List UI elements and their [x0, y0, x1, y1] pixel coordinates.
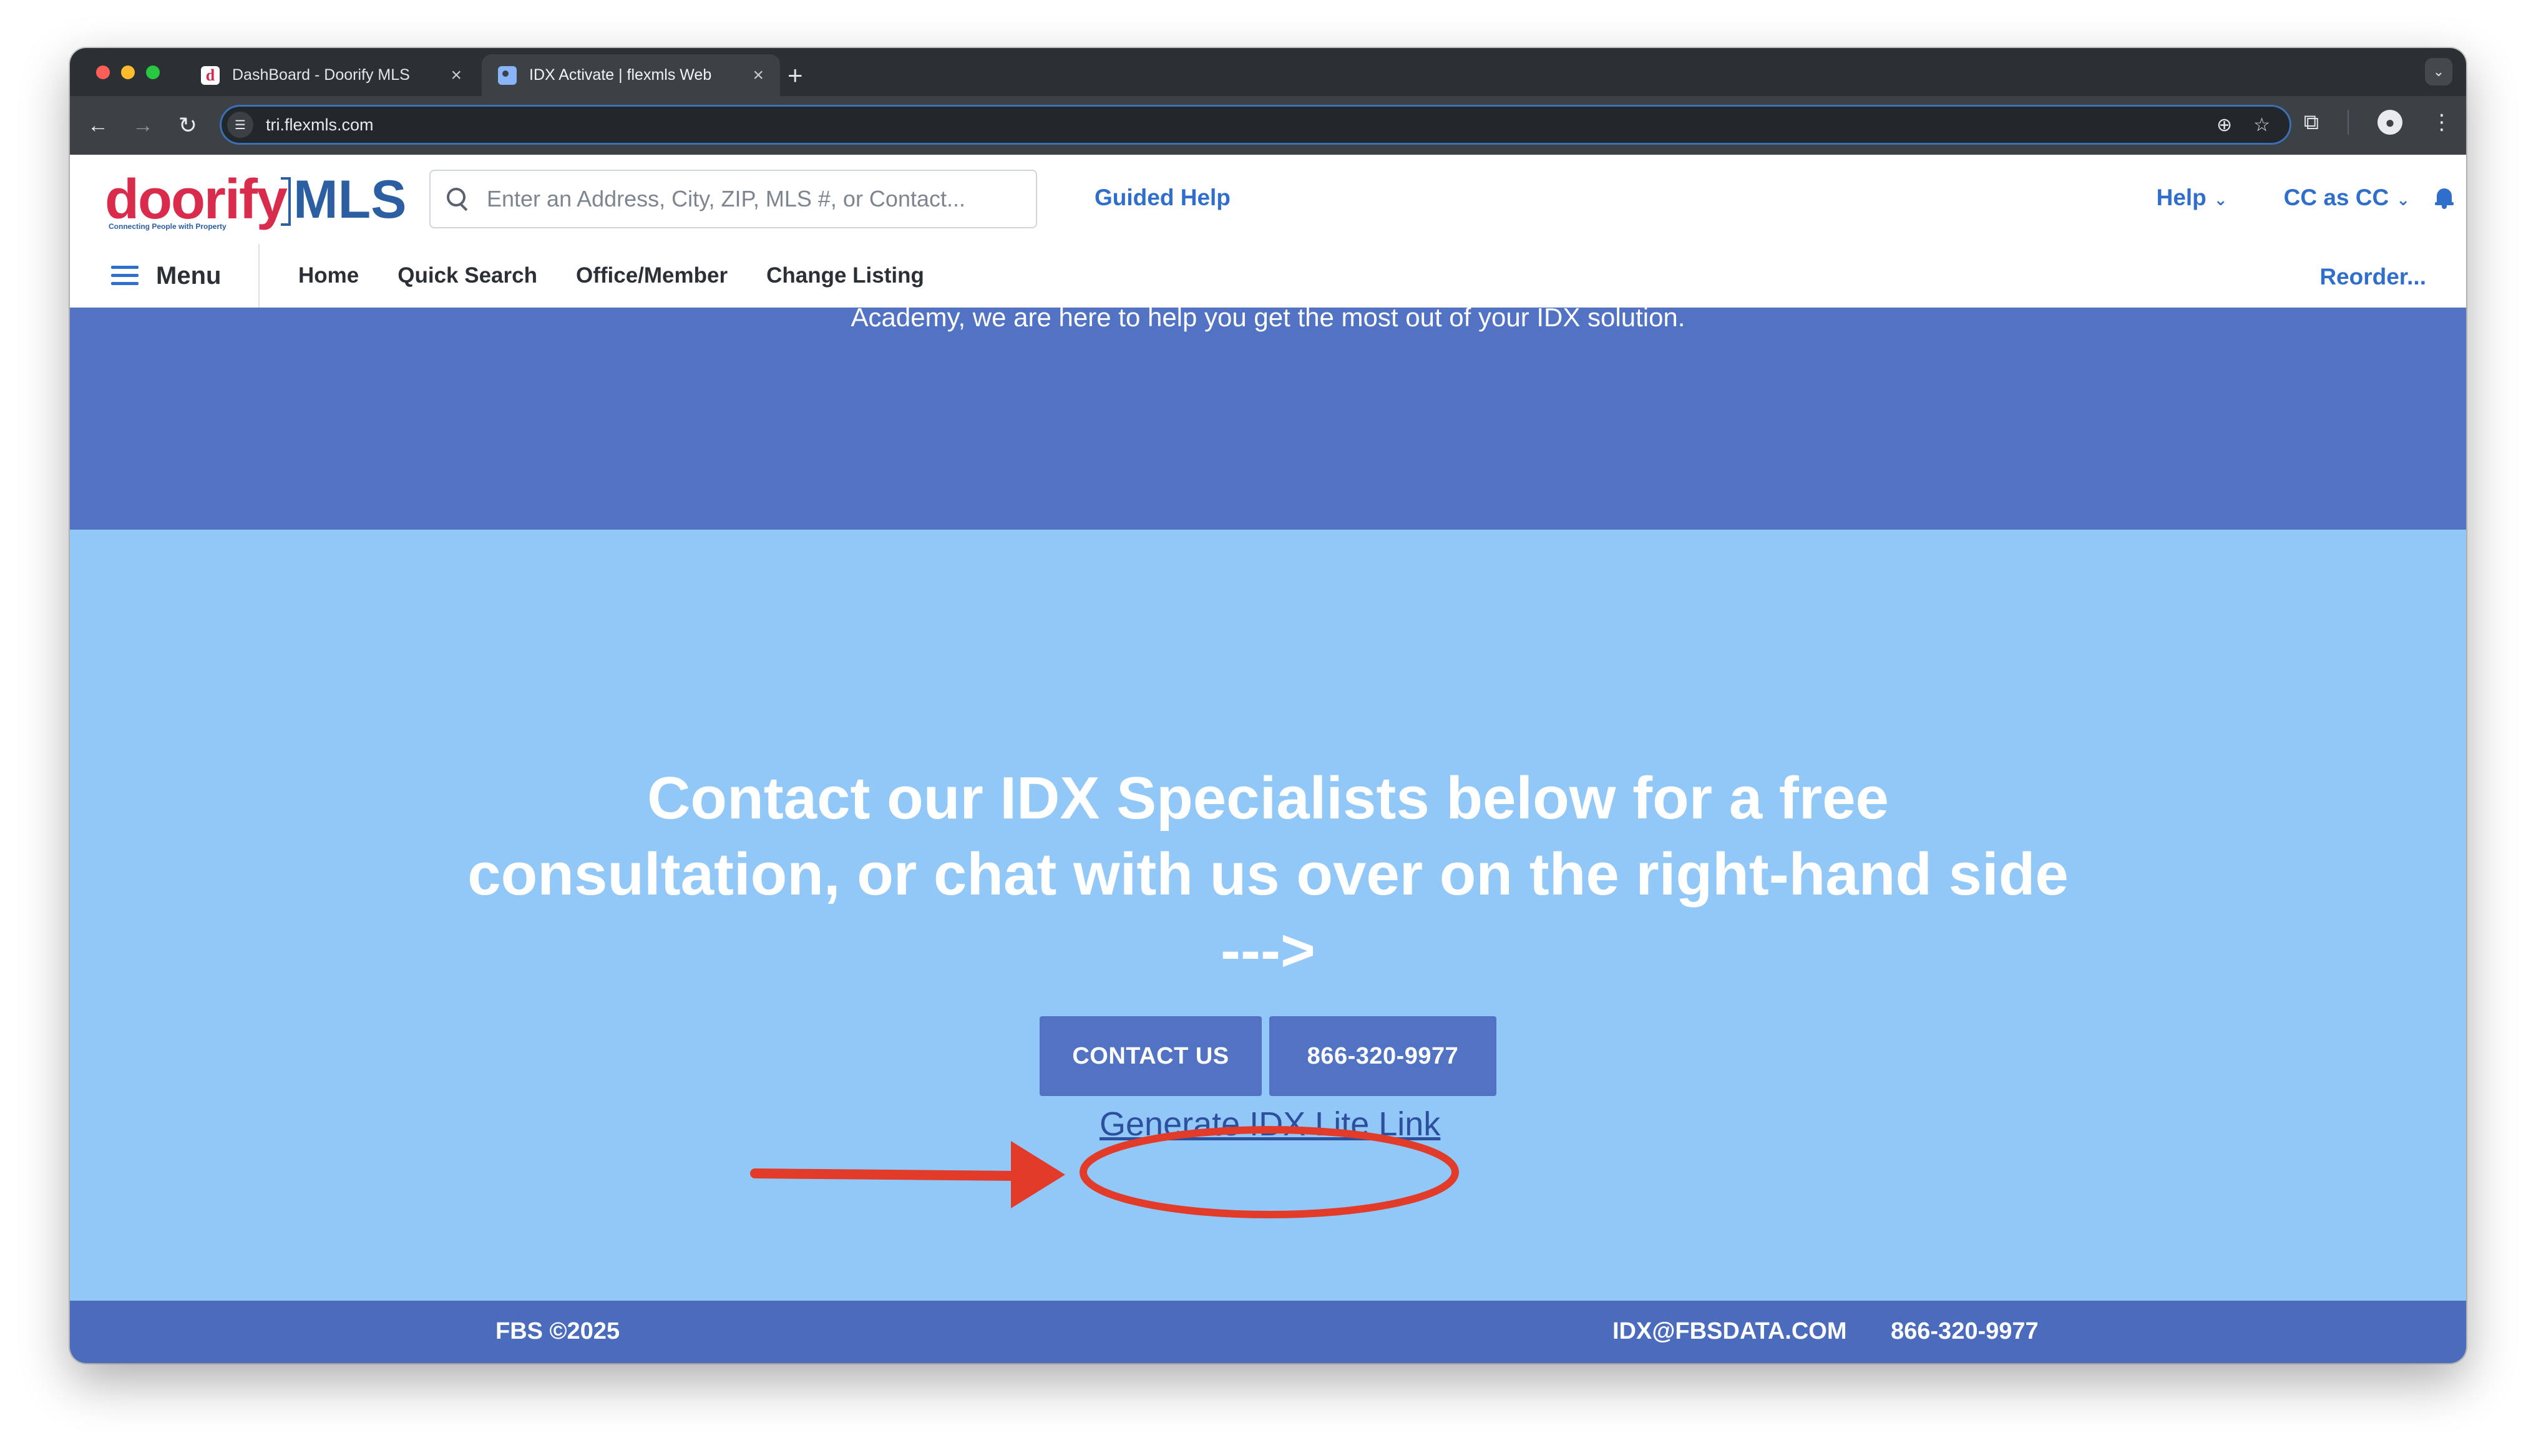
doorify-mls-logo[interactable]: doorify MLS Connecting People with Prope…	[105, 168, 407, 231]
bookmark-star-icon[interactable]: ☆	[2253, 114, 2270, 136]
close-tab-icon[interactable]: ×	[753, 65, 764, 86]
search-icon	[447, 188, 469, 211]
help-dropdown[interactable]: Help ⌄	[2157, 185, 2228, 211]
footer-copyright: FBS ©2025	[495, 1318, 620, 1344]
minimize-window-button[interactable]	[121, 66, 135, 79]
menu-button[interactable]: Menu	[70, 244, 260, 308]
browser-menu-icon[interactable]: ⋮	[2431, 110, 2452, 135]
new-tab-button[interactable]: +	[788, 58, 803, 93]
extensions-icon[interactable]: ⧉	[2304, 110, 2319, 135]
tab-title: DashBoard - Doorify MLS	[232, 66, 410, 84]
nav-home[interactable]: Home	[298, 263, 359, 288]
hamburger-icon	[111, 266, 139, 286]
search-box[interactable]	[429, 170, 1037, 228]
globe-icon	[498, 66, 517, 85]
chevron-down-icon: ⌄	[2396, 190, 2410, 209]
intro-band: Academy, we are here to help you get the…	[70, 303, 2466, 530]
close-window-button[interactable]	[96, 66, 110, 79]
tab-title: IDX Activate | flexmls Web	[529, 66, 712, 84]
browser-toolbar: ← → ↻ ☰ tri.flexmls.com ⊕ ☆ ⧉ ● ⋮	[70, 96, 2466, 155]
site-header: doorify MLS Connecting People with Prope…	[70, 155, 2466, 245]
back-arrow-icon[interactable]: ←	[82, 110, 114, 141]
logo-brand: doorify	[105, 168, 288, 231]
tab-dashboard[interactable]: d DashBoard - Doorify MLS ×	[185, 54, 478, 96]
user-dropdown[interactable]: CC as CC ⌄	[2284, 185, 2410, 211]
toolbar-divider	[2348, 110, 2349, 135]
address-bar[interactable]: ☰ tri.flexmls.com ⊕ ☆	[220, 105, 2291, 145]
annotation-arrow-icon	[750, 1141, 1065, 1208]
nav-change-listing[interactable]: Change Listing	[766, 263, 924, 288]
forward-arrow-icon[interactable]: →	[127, 110, 158, 141]
browser-window: d DashBoard - Doorify MLS × IDX Activate…	[70, 48, 2466, 1363]
logo-mls: MLS	[293, 170, 407, 230]
close-tab-icon[interactable]: ×	[451, 65, 462, 86]
reload-icon[interactable]: ↻	[172, 110, 203, 141]
academy-text: Academy, we are here to help you get the…	[851, 303, 1685, 332]
logo-bracket	[281, 177, 291, 226]
chevron-down-icon: ⌄	[2213, 190, 2228, 209]
nav-office-member[interactable]: Office/Member	[576, 263, 728, 288]
contact-us-button[interactable]: CONTACT US	[1040, 1016, 1262, 1096]
search-input[interactable]	[485, 185, 1000, 213]
reorder-link[interactable]: Reorder...	[2319, 264, 2426, 290]
phone-button[interactable]: 866-320-9977	[1269, 1016, 1496, 1096]
footer-email-link[interactable]: IDX@FBSDATA.COM	[1612, 1318, 1847, 1345]
menu-label: Menu	[156, 261, 222, 289]
help-label: Help	[2156, 185, 2207, 210]
url-text[interactable]: tri.flexmls.com	[266, 115, 374, 135]
tab-idx-activate[interactable]: IDX Activate | flexmls Web ×	[482, 54, 780, 96]
contact-section: Contact our IDX Specialists below for a …	[70, 530, 2466, 1301]
tab-search-chevron-icon[interactable]: ⌄	[2425, 58, 2452, 85]
guided-help-link[interactable]: Guided Help	[1095, 185, 1231, 211]
generate-idx-lite-link[interactable]: Generate IDX Lite Link	[1100, 1105, 1440, 1143]
zoom-icon[interactable]: ⊕	[2217, 114, 2232, 136]
profile-icon[interactable]: ●	[2378, 110, 2402, 135]
user-label: CC as CC	[2283, 185, 2389, 210]
contact-headline: Contact our IDX Specialists below for a …	[467, 765, 2069, 984]
nav-quick-search[interactable]: Quick Search	[397, 263, 537, 288]
footer-phone-link[interactable]: 866-320-9977	[1891, 1318, 2039, 1345]
logo-tagline: Connecting People with Property	[109, 222, 227, 231]
site-settings-icon[interactable]: ☰	[227, 112, 253, 138]
site-footer: FBS ©2025 IDX@FBSDATA.COM 866-320-9977	[70, 1301, 2466, 1363]
doorify-d-icon: d	[201, 66, 220, 85]
main-nav: Menu Home Quick Search Office/Member Cha…	[70, 244, 2466, 309]
tab-strip: d DashBoard - Doorify MLS × IDX Activate…	[70, 48, 2466, 96]
maximize-window-button[interactable]	[146, 66, 160, 79]
bell-icon[interactable]	[2435, 187, 2454, 209]
